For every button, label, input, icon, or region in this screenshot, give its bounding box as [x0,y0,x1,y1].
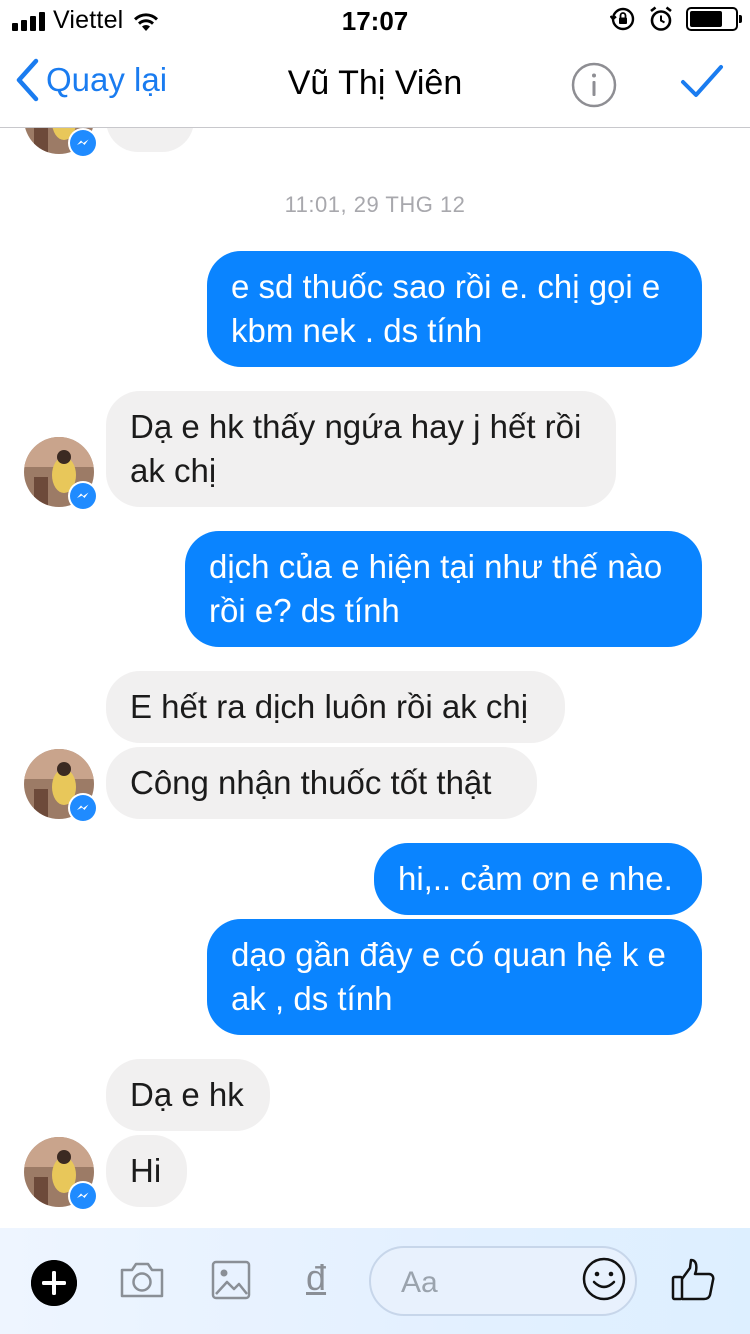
message-input-placeholder: Aa [401,1266,438,1299]
messenger-badge-icon [68,793,98,823]
message-line: E hết ra dịch luôn rồi ak chị [130,688,529,725]
contact-avatar[interactable] [24,128,98,158]
message-bubble-outgoing[interactable]: hi,.. cảm ơn e nhe. [374,843,702,915]
message-line: hi,.. cảm ơn e nhe. [398,860,673,897]
message-bubble-outgoing[interactable]: dịch của e hiện tại như thế nào rồi e? d… [185,531,702,647]
message-line: Dạ e hk [130,1076,244,1113]
nav-bar: Quay lại Vũ Thị Viên [0,40,750,128]
plus-icon[interactable] [31,1260,77,1306]
emoji-icon[interactable] [581,1256,627,1302]
camera-icon[interactable] [118,1258,166,1302]
message-line: Dạ e hk thấy ngứa hay j hết rồi [130,408,582,445]
chat-area[interactable]: 11:01, 29 THG 12 e sd thuốc sao rồi e. c… [0,128,750,1228]
composer-bar: đ Aa [0,1228,750,1334]
rotation-lock-icon [610,7,635,31]
status-right [610,6,742,32]
message-line: Công nhận thuốc tốt thật [130,764,492,801]
message-bubble-partial[interactable] [106,128,194,152]
chat-timestamp: 11:01, 29 THG 12 [284,192,466,217]
message-bubble-outgoing[interactable]: e sd thuốc sao rồi e. chị gọi e kbm nek … [207,251,702,367]
currency-icon[interactable]: đ [306,1258,326,1298]
message-line: rồi e? ds tính [209,592,400,629]
message-bubble-incoming[interactable]: Dạ e hk thấy ngứa hay j hết rồi ak chị [106,391,616,507]
messenger-badge-icon [68,481,98,511]
contact-avatar[interactable] [24,1137,98,1211]
message-line: kbm nek . ds tính [231,312,483,349]
contact-avatar[interactable] [24,749,98,823]
message-bubble-incoming[interactable]: Dạ e hk [106,1059,270,1131]
message-line: ak chị [130,452,217,489]
message-line: e sd thuốc sao rồi e. chị gọi e [231,268,661,305]
contact-avatar[interactable] [24,437,98,511]
message-line: ak , ds tính [231,980,393,1017]
status-bar: Viettel 17:07 [0,0,750,40]
checkmark-icon[interactable] [680,62,724,102]
alarm-icon [650,6,672,31]
message-line: dịch của e hiện tại như thế nào [209,548,663,585]
messenger-badge-icon [68,1181,98,1211]
message-bubble-incoming[interactable]: Công nhận thuốc tốt thật [106,747,537,819]
conversation-title: Vũ Thị Viên [287,64,463,102]
message-bubble-incoming[interactable]: Hi [106,1135,187,1207]
battery-icon [686,7,742,31]
messenger-badge-icon [68,128,98,158]
message-bubble-outgoing[interactable]: dạo gần đây e có quan hệ k e ak , ds tín… [207,919,702,1035]
message-bubble-incoming[interactable]: E hết ra dịch luôn rồi ak chị [106,671,565,743]
message-line: Hi [130,1152,162,1189]
battery-fill [690,11,722,27]
message-line: dạo gần đây e có quan hệ k e [231,936,666,973]
info-icon[interactable] [571,62,617,108]
thumbs-up-icon[interactable] [670,1256,718,1304]
image-icon[interactable] [210,1258,252,1302]
